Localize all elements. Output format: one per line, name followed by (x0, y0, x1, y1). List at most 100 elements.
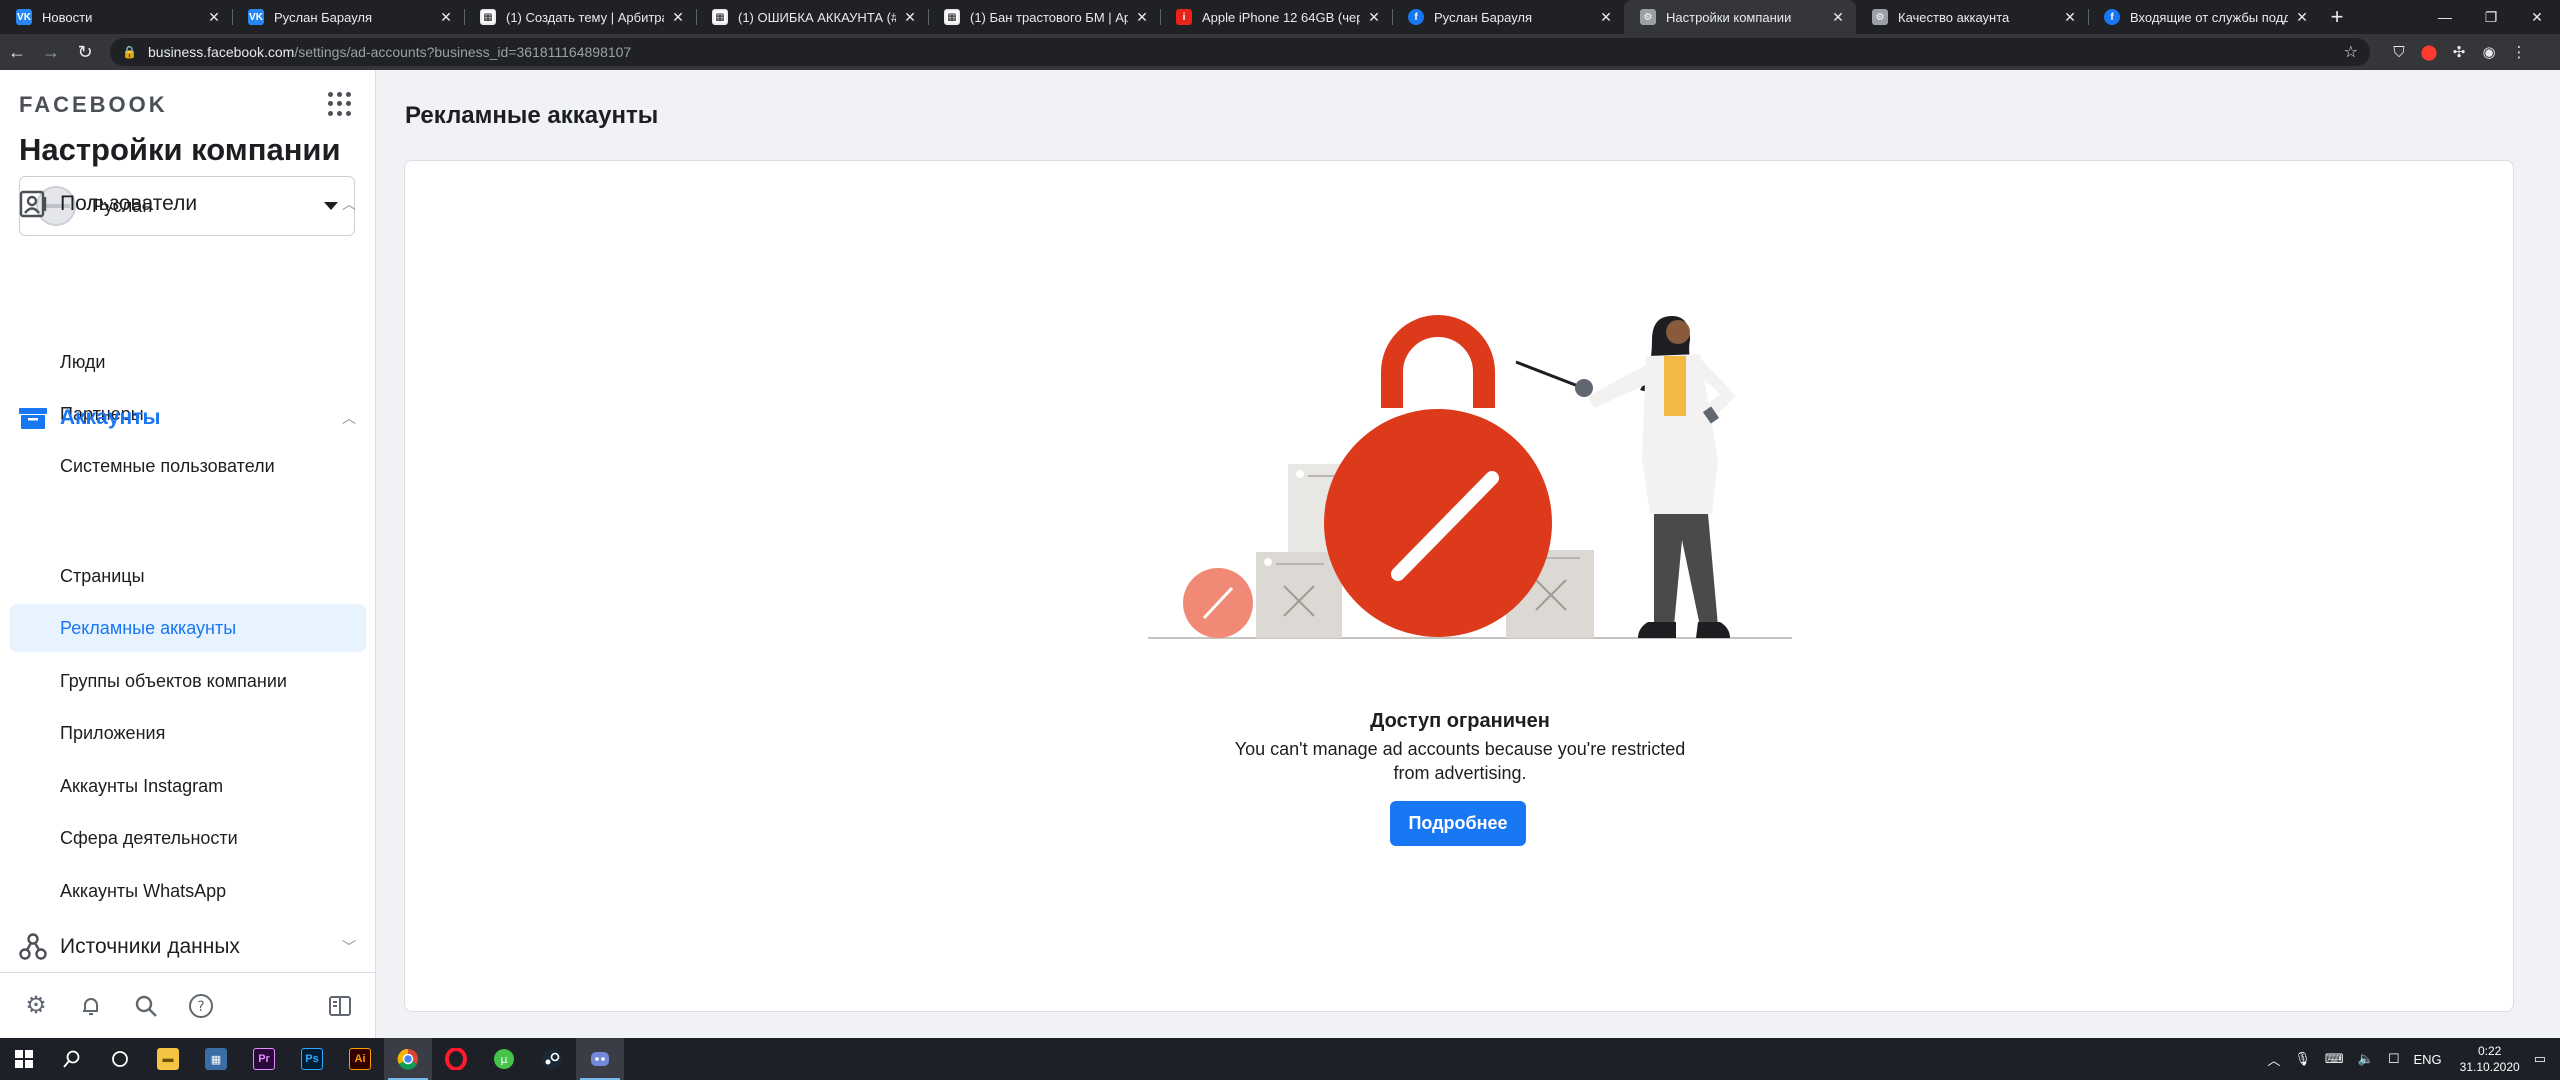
facebook-icon: f (2104, 9, 2120, 25)
steam-icon[interactable] (528, 1038, 576, 1080)
restricted-description-line: from advertising. (1393, 763, 1527, 783)
file-explorer-icon[interactable]: ▬ (144, 1038, 192, 1080)
close-tab-icon[interactable]: ✕ (902, 9, 918, 26)
taskbar-clock[interactable]: 0:22 31.10.2020 (2460, 1043, 2520, 1075)
sidebar-item-whatsapp-accounts[interactable]: Аккаунты WhatsApp (10, 867, 366, 915)
bell-icon[interactable] (77, 992, 105, 1020)
settings-icon: ⚙ (1872, 9, 1888, 25)
collapse-sidebar-icon[interactable] (326, 992, 354, 1020)
bookmark-star-icon[interactable]: ☆ (2344, 42, 2358, 62)
discord-icon[interactable] (576, 1038, 624, 1080)
sidebar-item-apps[interactable]: Приложения (10, 709, 366, 757)
shield-extension-icon[interactable]: ⛉ (2384, 43, 2414, 61)
gear-icon[interactable]: ⚙ (22, 992, 50, 1020)
new-tab-button[interactable]: + (2320, 0, 2354, 34)
settings-icon: ⚙ (1640, 9, 1656, 25)
restore-icon[interactable]: ❐ (2468, 0, 2514, 34)
close-tab-icon[interactable]: ✕ (2294, 9, 2310, 26)
puzzle-extensions-icon[interactable]: ✣ (2444, 43, 2474, 61)
facebook-logo[interactable]: FACEBOOK (19, 92, 168, 118)
microphone-icon[interactable]: 🎙 (2294, 1051, 2311, 1067)
browser-tab[interactable]: f Руслан Барауля ✕ (1392, 0, 1624, 34)
photoshop-icon[interactable]: Ps (288, 1038, 336, 1080)
forum-icon: ▦ (712, 9, 728, 25)
restricted-description-line: You can't manage ad accounts because you… (1234, 739, 1686, 759)
lock-icon: 🔒 (122, 45, 137, 59)
profile-avatar-icon[interactable]: ◉ (2474, 43, 2504, 61)
illustrator-icon[interactable]: Ai (336, 1038, 384, 1080)
address-bar[interactable]: 🔒 business.facebook.com /settings/ad-acc… (110, 38, 2370, 66)
close-tab-icon[interactable]: ✕ (1598, 9, 1614, 26)
browser-tab-active[interactable]: ⚙ Настройки компании ✕ (1624, 0, 1856, 34)
browser-tab[interactable]: ⚙ Качество аккаунта ✕ (1856, 0, 2088, 34)
sidebar-item-system-users[interactable]: Системные пользователи (10, 442, 366, 490)
tab-title: Настройки компании (1666, 9, 1792, 25)
close-tab-icon[interactable]: ✕ (206, 9, 222, 26)
close-tab-icon[interactable]: ✕ (670, 9, 686, 26)
sidebar-section-data-sources[interactable]: Источники данных ﹀ (18, 927, 358, 967)
windows-start-icon[interactable] (0, 1038, 48, 1080)
browser-menu-icon[interactable]: ⋮ (2504, 43, 2534, 61)
tab-title: (1) Создать тему | Арбитраж и (506, 9, 664, 25)
premiere-icon[interactable]: Pr (240, 1038, 288, 1080)
business-settings-title: Настройки компании (19, 132, 341, 167)
sidebar-item-line-of-business[interactable]: Сфера деятельности (10, 814, 366, 862)
sidebar-item-business-asset-groups[interactable]: Группы объектов компании (10, 657, 366, 705)
close-tab-icon[interactable]: ✕ (1366, 9, 1382, 26)
reload-icon[interactable]: ↻ (68, 35, 102, 69)
browser-toolbar: ← → ↻ 🔒 business.facebook.com /settings/… (0, 34, 2560, 70)
browser-tab[interactable]: VK Новости ✕ (0, 0, 232, 34)
forward-icon[interactable]: → (34, 35, 68, 69)
extensions-bar: ⛉ ⬤ ✣ ◉ ⋮ (2384, 43, 2534, 62)
close-tab-icon[interactable]: ✕ (438, 9, 454, 26)
sidebar-section-accounts[interactable]: Аккаунты ︿ (18, 398, 358, 438)
facebook-icon: f (1408, 9, 1424, 25)
minimize-icon[interactable]: — (2422, 0, 2468, 34)
close-window-icon[interactable]: ✕ (2514, 0, 2560, 34)
close-tab-icon[interactable]: ✕ (1134, 9, 1150, 26)
help-icon[interactable]: ? (187, 992, 215, 1020)
apps-grid-icon[interactable] (328, 92, 352, 116)
restricted-lock-illustration (1148, 315, 1792, 639)
show-hidden-icons-icon[interactable]: ︿ (2267, 1050, 2280, 1069)
browser-tab[interactable]: i Apple iPhone 12 64GB (черный ✕ (1160, 0, 1392, 34)
sidebar-item-pages[interactable]: Страницы (10, 552, 366, 600)
sidebar-section-label: Источники данных (60, 935, 240, 958)
sidebar-section-label: Пользователи (60, 192, 198, 215)
browser-tab[interactable]: ▦ (1) ОШИБКА АККАУНТА (#368 ✕ (696, 0, 928, 34)
accounts-icon (19, 408, 47, 429)
browser-tab[interactable]: f Входящие от службы поддержки ✕ (2088, 0, 2320, 34)
forum-icon: ▦ (944, 9, 960, 25)
language-indicator[interactable]: ENG (2413, 1052, 2441, 1067)
opera-extension-icon[interactable]: ⬤ (2414, 43, 2444, 61)
notes-icon[interactable]: ☐ (2388, 1051, 2400, 1067)
opera-icon[interactable] (432, 1038, 480, 1080)
learn-more-button[interactable]: Подробнее (1390, 801, 1526, 846)
calculator-icon[interactable]: ▦ (192, 1038, 240, 1080)
task-view-icon[interactable] (96, 1038, 144, 1080)
browser-tab[interactable]: ▦ (1) Создать тему | Арбитраж и ✕ (464, 0, 696, 34)
chevron-up-icon: ︿ (342, 410, 356, 426)
close-tab-icon[interactable]: ✕ (2062, 9, 2078, 26)
volume-icon[interactable]: 🔈 (2358, 1051, 2374, 1067)
network-icon[interactable]: ⌨ (2325, 1051, 2344, 1067)
notifications-icon[interactable]: ▭ (2534, 1051, 2546, 1067)
browser-tab[interactable]: VK Руслан Барауля ✕ (232, 0, 464, 34)
chrome-icon[interactable] (384, 1038, 432, 1080)
svg-text:µ: µ (501, 1053, 508, 1066)
sidebar-item-people[interactable]: Люди (10, 338, 366, 386)
search-icon[interactable] (48, 1038, 96, 1080)
browser-tab[interactable]: ▦ (1) Бан трастового БМ | Арбит ✕ (928, 0, 1160, 34)
tab-title: Руслан Барауля (1434, 9, 1533, 25)
sidebar-item-instagram-accounts[interactable]: Аккаунты Instagram (10, 762, 366, 810)
tab-title: Входящие от службы поддержки (2130, 9, 2288, 25)
close-tab-icon[interactable]: ✕ (1830, 9, 1846, 26)
restricted-description: You can't manage ad accounts because you… (1220, 737, 1700, 785)
sidebar-section-label: Аккаунты (60, 406, 161, 429)
utorrent-icon[interactable]: µ (480, 1038, 528, 1080)
sidebar-section-users[interactable]: Пользователи ︿ (18, 184, 358, 224)
sidebar-item-ad-accounts[interactable]: Рекламные аккаунты (10, 604, 366, 652)
chevron-up-icon: ︿ (342, 196, 356, 212)
back-icon[interactable]: ← (0, 35, 34, 69)
search-icon[interactable] (132, 992, 160, 1020)
